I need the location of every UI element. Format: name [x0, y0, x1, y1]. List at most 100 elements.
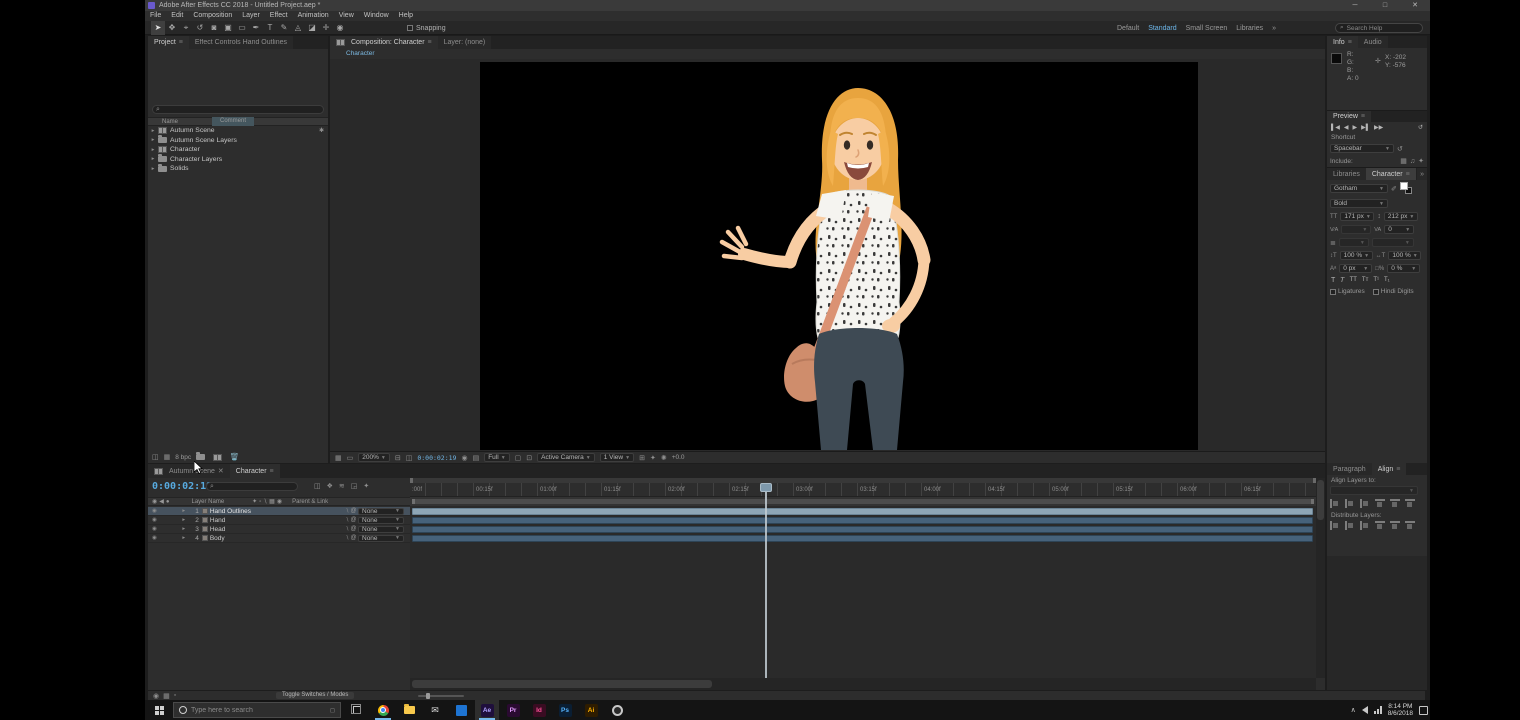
- reset-icon[interactable]: ↺: [1397, 145, 1403, 153]
- eye-icon[interactable]: ◉: [152, 508, 157, 514]
- tab-paragraph[interactable]: Paragraph: [1327, 463, 1372, 475]
- stroke-style-dropdown[interactable]: ▼: [1372, 238, 1414, 247]
- view-layout-dropdown[interactable]: 1 View▼: [600, 453, 634, 462]
- menu-help[interactable]: Help: [394, 11, 418, 21]
- horizontal-scale-dropdown[interactable]: 100 %▼: [1388, 251, 1421, 260]
- timeline-button-icon[interactable]: ✺: [661, 454, 667, 462]
- tab-timeline-character[interactable]: Character ≡: [230, 464, 280, 478]
- pen-tool-icon[interactable]: ✒: [249, 21, 263, 35]
- twirl-icon[interactable]: ▸: [148, 166, 158, 172]
- taskbar-mail[interactable]: ✉: [423, 700, 447, 720]
- parent-dropdown[interactable]: None▼: [358, 535, 404, 542]
- comp-view-tab[interactable]: Character: [340, 49, 381, 59]
- timeline-current-time[interactable]: 0:00:02:19: [152, 481, 212, 492]
- font-style-dropdown[interactable]: Bold▼: [1330, 199, 1388, 208]
- shortcut-dropdown[interactable]: Spacebar▼: [1330, 144, 1394, 153]
- include-overlays-icon[interactable]: ✦: [1418, 157, 1424, 165]
- tab-audio[interactable]: Audio: [1358, 36, 1388, 48]
- column-layer-name[interactable]: Layer Name: [191, 499, 224, 505]
- distribute-center-h-icon[interactable]: [1390, 521, 1400, 530]
- expand-layers-icon[interactable]: ◉: [153, 692, 159, 700]
- work-area-bar[interactable]: [410, 497, 1316, 506]
- layer-row[interactable]: ◉ ▸ 1 Hand Outlines ∖ @ None▼: [148, 507, 410, 516]
- ligatures-checkbox[interactable]: [1330, 289, 1336, 295]
- menu-window[interactable]: Window: [359, 11, 394, 21]
- parent-dropdown[interactable]: None▼: [358, 517, 404, 524]
- draft-3d-icon[interactable]: ❖: [327, 482, 333, 490]
- timeline-track-area[interactable]: :00f 00:15f 01:00f 01:15f 02:00f 02:15f …: [410, 478, 1316, 678]
- workspace-standard[interactable]: Standard: [1148, 25, 1176, 32]
- roto-brush-tool-icon[interactable]: ✛: [319, 21, 333, 35]
- snapshot-camera-icon[interactable]: ◉: [461, 454, 467, 462]
- toggle-switches-modes-button[interactable]: Toggle Switches / Modes: [276, 692, 354, 699]
- distribute-top-icon[interactable]: [1330, 521, 1340, 530]
- magnification-icon[interactable]: ▭: [347, 454, 354, 462]
- eye-icon[interactable]: ◉: [152, 526, 157, 532]
- pick-whip-icon[interactable]: @: [349, 517, 358, 523]
- timeline-vertical-scrollbar[interactable]: [1316, 478, 1325, 678]
- eyedropper-icon[interactable]: ✐: [1391, 185, 1397, 193]
- timeline-horizontal-scrollbar[interactable]: [410, 678, 1316, 690]
- panel-menu-icon[interactable]: ≡: [1361, 113, 1365, 120]
- shy-layers-icon[interactable]: ≋: [339, 482, 345, 490]
- project-search-input[interactable]: [162, 106, 320, 113]
- notification-center-icon[interactable]: [1419, 706, 1428, 715]
- menu-composition[interactable]: Composition: [188, 11, 237, 21]
- layer-duration-bar[interactable]: [412, 508, 1313, 515]
- minimize-button[interactable]: ─: [1340, 0, 1370, 11]
- align-right-icon[interactable]: [1360, 499, 1370, 508]
- taskbar-indesign[interactable]: Id: [527, 700, 551, 720]
- tab-composition[interactable]: Composition: Character ≡: [330, 36, 438, 49]
- comp-viewport[interactable]: [330, 59, 1325, 451]
- pick-whip-icon[interactable]: @: [349, 526, 358, 532]
- next-frame-button[interactable]: ▶▌: [1361, 124, 1370, 131]
- menu-edit[interactable]: Edit: [166, 11, 188, 21]
- column-name[interactable]: Name: [162, 119, 178, 125]
- puppet-pin-tool-icon[interactable]: ◉: [333, 21, 347, 35]
- tab-preview[interactable]: Preview ≡: [1327, 111, 1371, 122]
- pick-whip-icon[interactable]: @: [349, 535, 358, 541]
- always-preview-icon[interactable]: ▦: [335, 454, 342, 462]
- project-item[interactable]: ▸ Solids: [148, 164, 328, 174]
- parent-dropdown[interactable]: None▼: [358, 526, 404, 533]
- vertical-scale-dropdown[interactable]: 100 %▼: [1340, 251, 1373, 260]
- first-frame-button[interactable]: ▌◀: [1331, 124, 1340, 131]
- layer-row[interactable]: ◉ ▸ 3 Head ∖ @ None▼: [148, 525, 410, 534]
- column-comment[interactable]: Comment: [212, 117, 254, 126]
- mask-visibility-icon[interactable]: ◫: [406, 454, 413, 462]
- tab-character[interactable]: Character ≡: [1366, 168, 1416, 180]
- current-time-indicator-handle[interactable]: [760, 483, 772, 492]
- faux-bold-icon[interactable]: T: [1331, 277, 1335, 284]
- delete-icon[interactable]: 🗑️: [230, 453, 239, 461]
- eraser-tool-icon[interactable]: ◪: [305, 21, 319, 35]
- align-left-icon[interactable]: [1330, 499, 1340, 508]
- label-color-chip[interactable]: [202, 517, 208, 523]
- distribute-right-icon[interactable]: [1405, 521, 1415, 530]
- play-button[interactable]: ▶: [1353, 124, 1358, 131]
- all-caps-icon[interactable]: TT: [1350, 277, 1357, 284]
- network-icon[interactable]: [1374, 706, 1382, 714]
- brush-tool-icon[interactable]: ✎: [277, 21, 291, 35]
- timeline-zoom-slider[interactable]: [418, 695, 464, 697]
- layer-row[interactable]: ◉ ▸ 2 Hand ∖ @ None▼: [148, 516, 410, 525]
- pixel-aspect-icon[interactable]: ⊞: [639, 454, 645, 462]
- twirl-icon[interactable]: ▸: [179, 526, 189, 532]
- label-color-chip[interactable]: [202, 526, 208, 532]
- show-channel-icon[interactable]: ▤: [473, 454, 480, 462]
- twirl-icon[interactable]: ▸: [148, 137, 158, 143]
- workspace-small-screen[interactable]: Small Screen: [1186, 25, 1228, 32]
- panel-menu-icon[interactable]: ≡: [270, 468, 274, 475]
- twirl-icon[interactable]: ▸: [148, 156, 158, 162]
- fill-swatch[interactable]: [1400, 182, 1408, 190]
- transparency-grid-icon[interactable]: ⊡: [526, 454, 532, 462]
- taskbar-chrome[interactable]: [371, 700, 395, 720]
- menu-view[interactable]: View: [334, 11, 359, 21]
- fast-previews-icon[interactable]: ✦: [650, 454, 656, 462]
- project-item[interactable]: ▸ Character Layers: [148, 155, 328, 165]
- help-search-input[interactable]: [1347, 25, 1418, 32]
- task-view-button[interactable]: [345, 700, 369, 720]
- distribute-center-v-icon[interactable]: [1345, 521, 1355, 530]
- resolution-dropdown[interactable]: Full▼: [484, 453, 509, 462]
- align-center-v-icon[interactable]: [1390, 499, 1400, 508]
- include-audio-icon[interactable]: ♫: [1410, 158, 1415, 165]
